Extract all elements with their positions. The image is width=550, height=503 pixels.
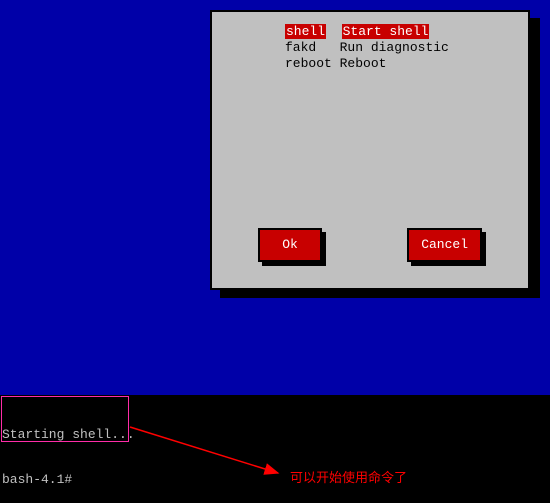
menu-item-desc: Reboot xyxy=(340,56,387,71)
cancel-button[interactable]: Cancel xyxy=(407,228,482,262)
terminal-line: bash-4.1# xyxy=(2,472,548,487)
menu-item-shell[interactable]: shell Start shell xyxy=(285,24,520,40)
ok-button[interactable]: Ok xyxy=(258,228,322,262)
menu-item-id: fakd xyxy=(285,40,316,55)
dialog-buttons: Ok Cancel xyxy=(220,208,520,262)
boot-menu-list: shell Start shell fakd Run diagnostic re… xyxy=(220,18,520,208)
ok-button-wrap: Ok xyxy=(258,228,322,262)
menu-item-fakd[interactable]: fakd Run diagnostic xyxy=(285,40,520,56)
menu-item-desc: Start shell xyxy=(342,24,430,39)
cancel-button-wrap: Cancel xyxy=(407,228,482,262)
terminal-line: Starting shell... xyxy=(2,427,548,442)
menu-item-id: shell xyxy=(285,24,326,39)
menu-item-reboot[interactable]: reboot Reboot xyxy=(285,56,520,72)
annotation-text: 可以开始使用命令了 xyxy=(290,467,407,486)
boot-menu-dialog: shell Start shell fakd Run diagnostic re… xyxy=(210,10,530,290)
menu-item-id: reboot xyxy=(285,56,332,71)
menu-item-desc: Run diagnostic xyxy=(340,40,449,55)
terminal[interactable]: Starting shell... bash-4.1# bash-4.1# ba… xyxy=(0,395,550,503)
screen: shell Start shell fakd Run diagnostic re… xyxy=(0,0,550,503)
